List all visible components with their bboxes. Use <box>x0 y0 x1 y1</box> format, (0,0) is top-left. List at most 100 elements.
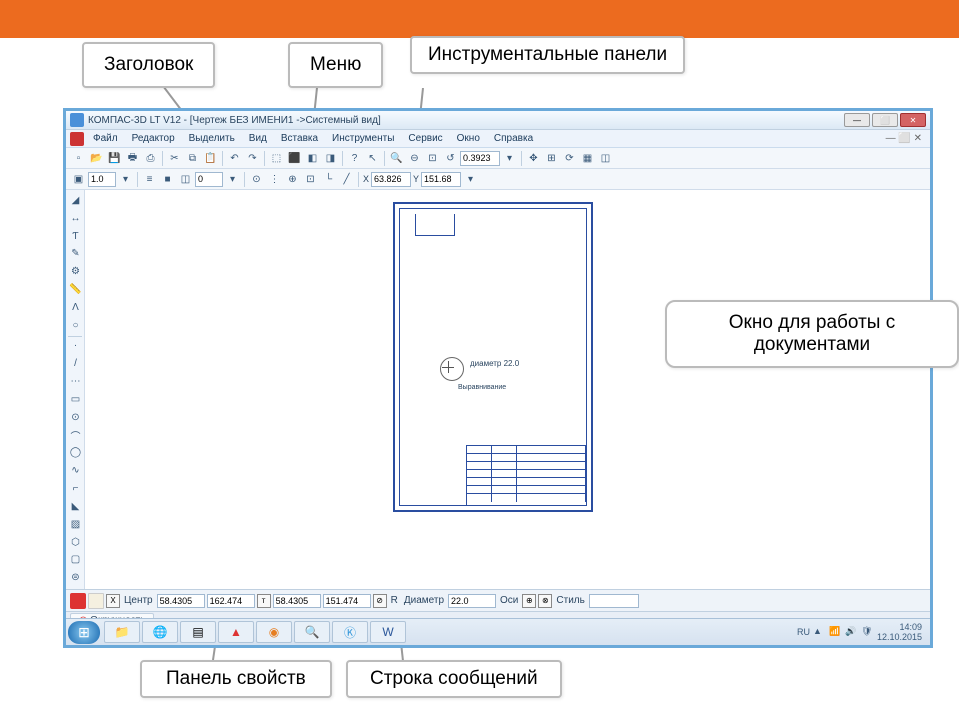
mdi-close[interactable]: — ⬜ ✕ <box>882 133 926 144</box>
dropdown-icon[interactable]: ▾ <box>501 150 518 167</box>
task-word[interactable]: W <box>370 621 406 643</box>
snap-e-icon[interactable]: └ <box>320 171 337 188</box>
chamfer-icon[interactable]: ◣ <box>67 498 84 515</box>
pt-box[interactable]: т <box>257 594 271 608</box>
d-box[interactable]: ⊘ <box>373 594 387 608</box>
layer-icon[interactable]: ≡ <box>141 171 158 188</box>
param-icon[interactable]: ⚙ <box>67 263 84 280</box>
view-icon[interactable]: ◫ <box>177 171 194 188</box>
circle-icon[interactable]: ○ <box>67 317 84 334</box>
measure-icon[interactable]: 📏 <box>67 281 84 298</box>
axes-on-icon[interactable]: ⊗ <box>538 594 552 608</box>
task-firefox[interactable]: ◉ <box>256 621 292 643</box>
equal-icon[interactable]: ⊜ <box>67 569 84 586</box>
axes-off-icon[interactable]: ⊕ <box>522 594 536 608</box>
hatch-icon[interactable]: ▨ <box>67 516 84 533</box>
tray-shield-icon[interactable]: 🛡 <box>861 626 874 639</box>
x-box[interactable]: X <box>106 594 120 608</box>
coord-dd-icon[interactable]: ▾ <box>462 171 479 188</box>
spline-icon[interactable]: ∿ <box>67 462 84 479</box>
tray-net-icon[interactable]: 📶 <box>829 626 842 639</box>
tray-vol-icon[interactable]: 🔊 <box>845 626 858 639</box>
fillet-icon[interactable]: ⌐ <box>67 480 84 497</box>
snap-b-icon[interactable]: ⋮ <box>266 171 283 188</box>
drawing-canvas[interactable]: диаметр 22.0 Выравнивание <box>85 190 930 589</box>
stop-icon[interactable] <box>70 593 86 609</box>
grid-icon[interactable]: ▦ <box>579 150 596 167</box>
clock[interactable]: 14:09 12.10.2015 <box>877 622 922 642</box>
maximize-button[interactable]: ⬜ <box>872 113 898 127</box>
zoom-prev-icon[interactable]: ↺ <box>442 150 459 167</box>
tool-c-icon[interactable]: ◧ <box>304 150 321 167</box>
task-app1[interactable]: ▤ <box>180 621 216 643</box>
symbol-icon[interactable]: Λ <box>67 299 84 316</box>
pointer-icon[interactable]: ↖ <box>364 150 381 167</box>
arc-icon[interactable]: ⌒ <box>67 427 84 444</box>
copy-icon[interactable]: ⧉ <box>184 150 201 167</box>
contour-icon[interactable]: ▢ <box>67 551 84 568</box>
line-type-input[interactable] <box>88 172 116 187</box>
undo-icon[interactable]: ↶ <box>226 150 243 167</box>
center-x-input[interactable] <box>157 594 205 608</box>
task-search[interactable]: 🔍 <box>294 621 330 643</box>
center-y-input[interactable] <box>207 594 255 608</box>
polygon-icon[interactable]: ⬡ <box>67 534 84 551</box>
minimize-button[interactable]: — <box>844 113 870 127</box>
start-button[interactable]: ⊞ <box>68 621 100 644</box>
tool-d-icon[interactable]: ◨ <box>322 150 339 167</box>
menu-file[interactable]: Файл <box>87 132 124 145</box>
task-explorer[interactable]: 📁 <box>104 621 140 643</box>
coord-y-input[interactable] <box>421 172 461 187</box>
pt-x-input[interactable] <box>273 594 321 608</box>
cut-icon[interactable]: ✂ <box>166 150 183 167</box>
save-icon[interactable]: 💾 <box>106 150 123 167</box>
menu-editor[interactable]: Редактор <box>126 132 181 145</box>
menu-help[interactable]: Справка <box>488 132 539 145</box>
snap-a-icon[interactable]: ⊙ <box>248 171 265 188</box>
redo-icon[interactable]: ↷ <box>244 150 261 167</box>
menu-service[interactable]: Сервис <box>402 132 448 145</box>
menu-window[interactable]: Окно <box>451 132 486 145</box>
task-kompas[interactable]: Ⓚ <box>332 621 368 643</box>
new-icon[interactable]: ▫ <box>70 150 87 167</box>
menu-view[interactable]: Вид <box>243 132 273 145</box>
menu-tools[interactable]: Инструменты <box>326 132 400 145</box>
line-dd-icon[interactable]: ▾ <box>117 171 134 188</box>
tool-e-icon[interactable]: ◫ <box>597 150 614 167</box>
diam-input[interactable] <box>448 594 496 608</box>
paste-icon[interactable]: 📋 <box>202 150 219 167</box>
snap-c-icon[interactable]: ⊕ <box>284 171 301 188</box>
tray-flag-icon[interactable]: ▲ <box>813 626 826 639</box>
close-button[interactable]: ✕ <box>900 113 926 127</box>
print-icon[interactable]: 🖶 <box>124 150 141 167</box>
point-icon[interactable]: · <box>67 337 84 354</box>
auto-icon[interactable] <box>88 593 104 609</box>
line-icon[interactable]: / <box>67 355 84 372</box>
menu-insert[interactable]: Вставка <box>275 132 324 145</box>
style-select[interactable] <box>589 594 639 608</box>
help-icon[interactable]: ? <box>346 150 363 167</box>
text-icon[interactable]: Ƭ <box>67 228 84 245</box>
task-pdf[interactable]: ▲ <box>218 621 254 643</box>
snap-d-icon[interactable]: ⊡ <box>302 171 319 188</box>
lang-indicator[interactable]: RU <box>797 627 810 637</box>
snap-f-icon[interactable]: ╱ <box>338 171 355 188</box>
snap-input[interactable] <box>195 172 223 187</box>
task-browser[interactable]: 🌐 <box>142 621 178 643</box>
color-icon[interactable]: ■ <box>159 171 176 188</box>
rect-icon[interactable]: ▭ <box>67 391 84 408</box>
aux-icon[interactable]: ⋯ <box>67 373 84 390</box>
dim-icon[interactable]: ↔ <box>67 210 84 227</box>
open-icon[interactable]: 📂 <box>88 150 105 167</box>
zoom-out-icon[interactable]: ⊖ <box>406 150 423 167</box>
refresh-icon[interactable]: ⟳ <box>561 150 578 167</box>
tool-b-icon[interactable]: ⬛ <box>286 150 303 167</box>
edit-icon[interactable]: ✎ <box>67 245 84 262</box>
zoom-window-icon[interactable]: ⊡ <box>424 150 441 167</box>
snap-dd-icon[interactable]: ▾ <box>224 171 241 188</box>
ellipse-icon[interactable]: ◯ <box>67 445 84 462</box>
pan-icon[interactable]: ✥ <box>525 150 542 167</box>
circle2-icon[interactable]: ⊙ <box>67 409 84 426</box>
geom-icon[interactable]: ◢ <box>67 192 84 209</box>
menu-select[interactable]: Выделить <box>183 132 241 145</box>
